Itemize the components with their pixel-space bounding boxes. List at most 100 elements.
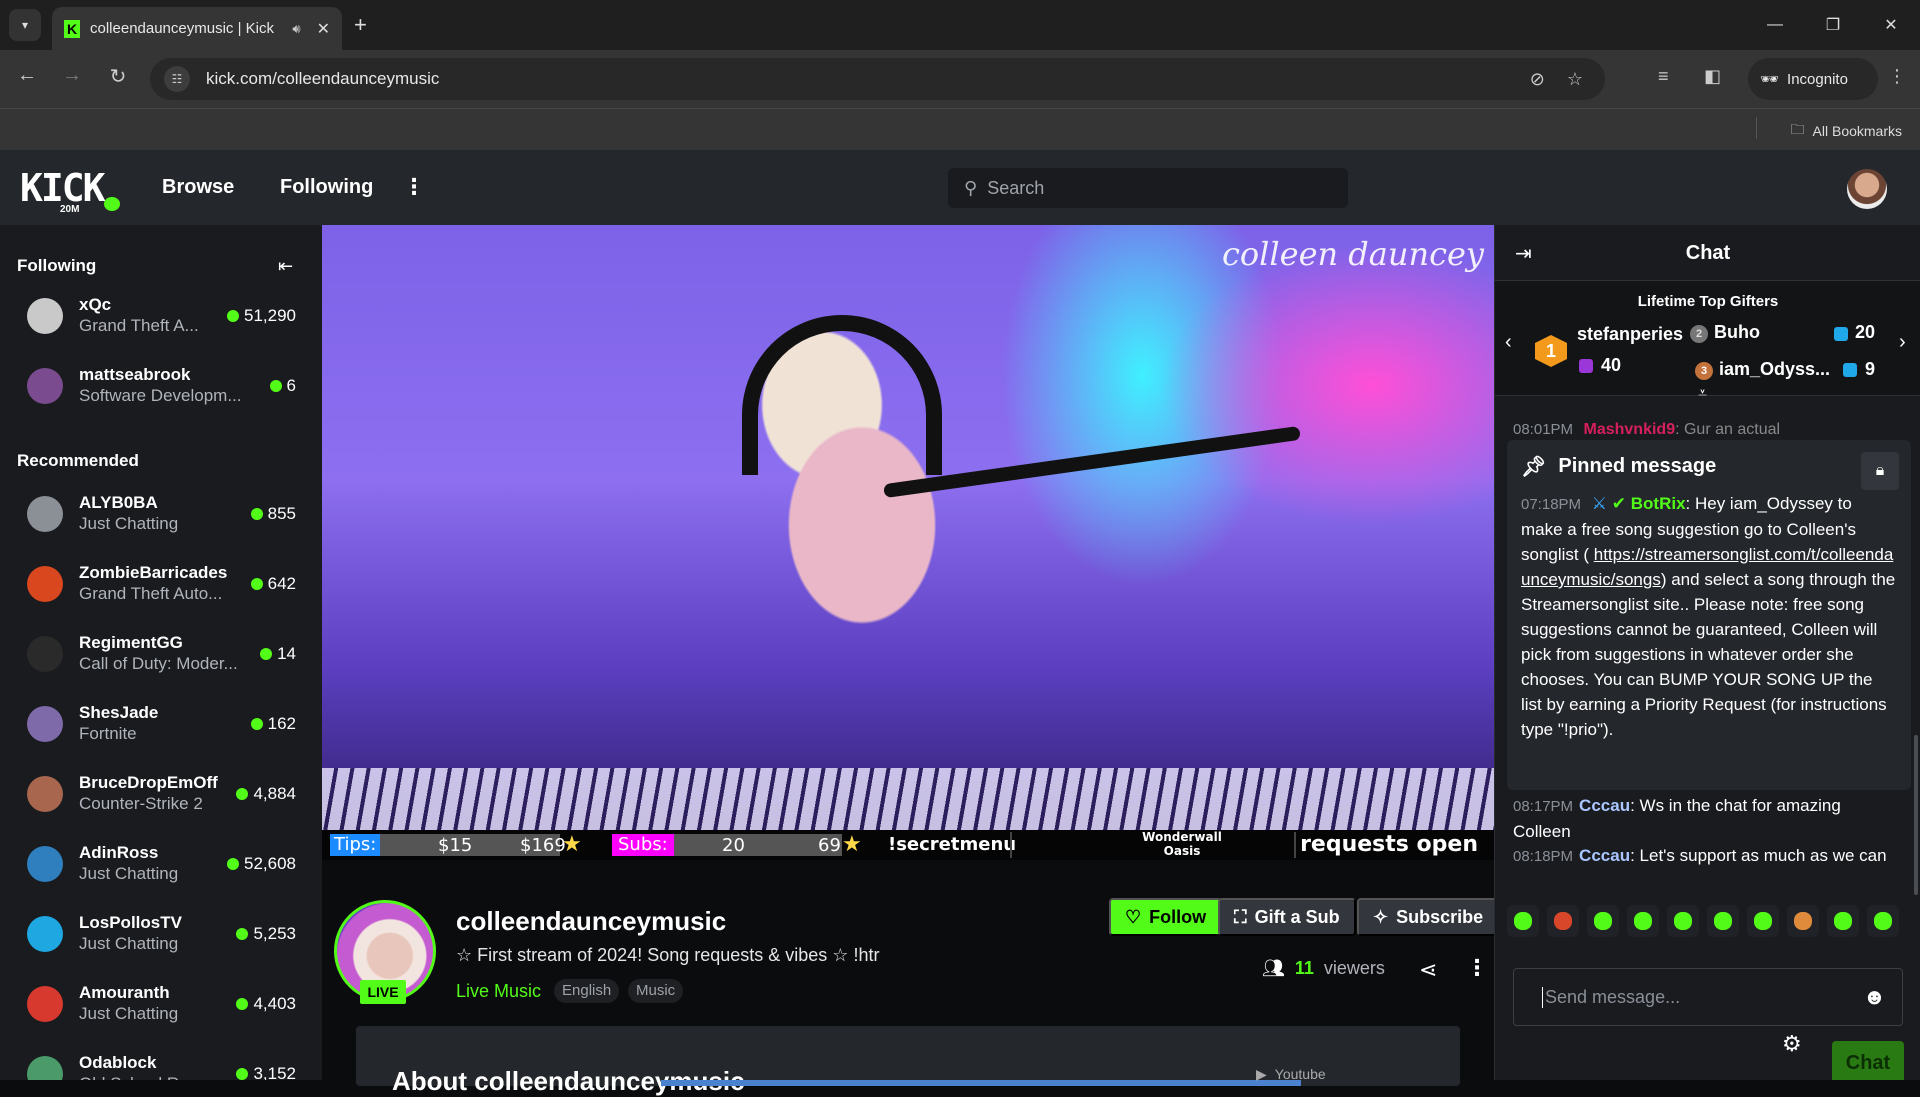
message-user[interactable]: BotRix xyxy=(1631,494,1686,513)
viewer-count: 4,403 xyxy=(236,994,296,1014)
channel-name: ShesJade xyxy=(79,703,159,722)
reload-icon[interactable]: ↻ xyxy=(103,64,133,89)
emote-button[interactable] xyxy=(1827,905,1859,937)
address-bar[interactable]: ☷ kick.com/colleendaunceymusic ⊘ ☆ xyxy=(150,58,1605,100)
follow-button[interactable]: ♡ Follow xyxy=(1109,898,1223,936)
chevron-right-icon[interactable]: › xyxy=(1899,331,1906,354)
tag-english[interactable]: English xyxy=(554,979,620,1003)
gem-icon xyxy=(1579,359,1593,373)
emote-button[interactable] xyxy=(1627,905,1659,937)
tag-music[interactable]: Music xyxy=(628,979,684,1003)
eye-off-icon[interactable]: ⊘ xyxy=(1530,69,1545,90)
sidebar-channel-shesjade[interactable]: ShesJade Fortnite 162 xyxy=(0,694,322,752)
gifter-count: 20 xyxy=(1855,322,1876,342)
channel-name[interactable]: colleendaunceymusic xyxy=(456,906,726,937)
sidebar-channel-alyb0ba[interactable]: ALYB0BA Just Chatting 855 xyxy=(0,484,322,542)
tab-list-button[interactable]: ▾ xyxy=(9,9,41,41)
expand-down-icon[interactable]: ⩡ xyxy=(1698,385,1707,403)
subs-goal-bar: Subs: 20 69 xyxy=(612,834,842,856)
emote-icon xyxy=(1674,912,1692,930)
chat-input-box[interactable]: ☻ xyxy=(1513,968,1903,1026)
message-time: 08:18PM xyxy=(1513,848,1574,865)
window-close-icon[interactable]: ✕ xyxy=(1862,0,1920,50)
lock-icon[interactable]: 🔒︎ xyxy=(1861,452,1899,490)
more-options-icon[interactable]: ⋮ xyxy=(1466,955,1488,981)
message-user[interactable]: Mashvnkid9 xyxy=(1584,421,1676,438)
sidebar-channel-zombiebarricades[interactable]: ZombieBarricades Grand Theft Auto... 642 xyxy=(0,554,322,612)
gear-icon[interactable]: ⚙ xyxy=(1782,1031,1802,1057)
sidebar-channel-regimentgg[interactable]: RegimentGG Call of Duty: Moder... 14 xyxy=(0,624,322,682)
url-text[interactable]: kick.com/colleendaunceymusic xyxy=(206,69,1530,89)
side-panel-icon[interactable]: ◧ xyxy=(1704,66,1721,87)
subscribe-button[interactable]: ✧ Subscribe xyxy=(1357,898,1500,936)
user-avatar[interactable] xyxy=(1847,169,1887,209)
search-input[interactable]: ⚲ Search xyxy=(948,168,1348,208)
speaker-icon[interactable]: 🔊︎ xyxy=(292,21,300,37)
subscribe-label: Subscribe xyxy=(1396,906,1484,927)
sidebar-channel-mattseabrook[interactable]: mattseabrook Software Developm... 6 xyxy=(0,356,322,414)
gifter-name[interactable]: iam_Odyss... xyxy=(1719,359,1830,380)
kebab-icon[interactable]: ⋮ xyxy=(1888,66,1906,87)
tips-current: $15 xyxy=(438,834,473,856)
channel-category: Counter-Strike 2 xyxy=(79,794,203,813)
category-link[interactable]: Live Music xyxy=(456,981,541,1002)
channel-avatar xyxy=(27,636,63,672)
nav-browse[interactable]: Browse xyxy=(162,176,234,199)
emote-button[interactable] xyxy=(1667,905,1699,937)
sidebar-channel-odablock[interactable]: Odablock Old School R... 3,152 xyxy=(0,1044,322,1080)
message-user[interactable]: Cccau xyxy=(1579,846,1630,865)
channel-category: Software Developm... xyxy=(79,386,242,405)
star-icon[interactable]: ☆ xyxy=(1567,69,1583,90)
divider xyxy=(1010,832,1012,858)
emote-button[interactable] xyxy=(1787,905,1819,937)
all-bookmarks-button[interactable]: 🗀 All Bookmarks xyxy=(1791,119,1902,143)
channel-name: BruceDropEmOff xyxy=(79,773,218,792)
chat-message: 08:01PM Mashvnkid9: Gur an actual xyxy=(1513,421,1781,438)
arrow-right-icon[interactable]: → xyxy=(57,64,87,87)
share-icon[interactable]: ⋖ xyxy=(1419,957,1437,983)
restore-icon[interactable]: ❐ xyxy=(1804,0,1862,50)
viewers-label: viewers xyxy=(1323,958,1385,978)
sidebar-channel-lospollostv[interactable]: LosPollosTV Just Chatting 5,253 xyxy=(0,904,322,962)
gifter-name[interactable]: Buho xyxy=(1714,322,1760,343)
chevron-left-icon[interactable]: ‹ xyxy=(1505,331,1512,354)
sidebar-channel-adinross[interactable]: AdinRoss Just Chatting 52,608 xyxy=(0,834,322,892)
incognito-badge[interactable]: 🕶︎ Incognito xyxy=(1748,58,1878,100)
emoji-picker-icon[interactable]: ☻ xyxy=(1863,984,1886,1010)
sidebar-channel-amouranth[interactable]: Amouranth Just Chatting 4,403 xyxy=(0,974,322,1032)
youtube-link[interactable]: ▶ Youtube xyxy=(1256,1066,1326,1083)
gifter-name[interactable]: stefanperies xyxy=(1577,324,1683,345)
emote-button[interactable] xyxy=(1747,905,1779,937)
arrow-left-icon[interactable]: ← xyxy=(12,64,42,87)
send-chat-button[interactable]: Chat xyxy=(1832,1041,1904,1080)
nav-following[interactable]: Following xyxy=(280,176,373,199)
minimize-icon[interactable]: — xyxy=(1746,0,1804,50)
emote-button[interactable] xyxy=(1507,905,1539,937)
emote-button[interactable] xyxy=(1587,905,1619,937)
kick-logo[interactable]: KICK xyxy=(20,169,106,207)
more-menu-icon[interactable]: ⋮ xyxy=(403,174,425,200)
viewer-number: 6 xyxy=(286,376,296,395)
emote-button[interactable] xyxy=(1707,905,1739,937)
video-player[interactable]: colleen dauncey Tips: $15 $169 ★ Subs: 2… xyxy=(322,225,1494,860)
gift-sub-button[interactable]: ⛶ Gift a Sub xyxy=(1218,898,1356,936)
close-icon[interactable]: ✕ xyxy=(317,19,330,39)
emote-button[interactable] xyxy=(1867,905,1899,937)
browser-tab[interactable]: K colleendaunceymusic | Kick 🔊︎ ✕ xyxy=(52,7,342,50)
sidebar-channel-brucedropemoff[interactable]: BruceDropEmOff Counter-Strike 2 4,884 xyxy=(0,764,322,822)
collapse-sidebar-icon[interactable]: ⇤ xyxy=(278,256,293,277)
plus-icon[interactable]: + xyxy=(354,12,367,38)
sidebar-channel-xqc[interactable]: xQc Grand Theft A... 51,290 xyxy=(0,286,322,344)
chat-scrollbar[interactable] xyxy=(1914,735,1918,895)
chat-message-input[interactable] xyxy=(1542,986,1863,1008)
stream-title: ☆ First stream of 2024! Song requests & … xyxy=(456,945,880,965)
message-user[interactable]: Cccau xyxy=(1579,796,1630,815)
emote-button[interactable] xyxy=(1547,905,1579,937)
channel-category: Just Chatting xyxy=(79,1004,179,1023)
media-queue-icon[interactable]: ≡ xyxy=(1658,66,1669,87)
subs-label: Subs: xyxy=(612,834,674,856)
viewers-icon: 👥︎ xyxy=(1262,958,1285,978)
channel-category: Call of Duty: Moder... xyxy=(79,654,238,673)
tune-icon[interactable]: ☷ xyxy=(164,66,190,92)
now-playing: Wonderwall Oasis xyxy=(1097,830,1267,858)
